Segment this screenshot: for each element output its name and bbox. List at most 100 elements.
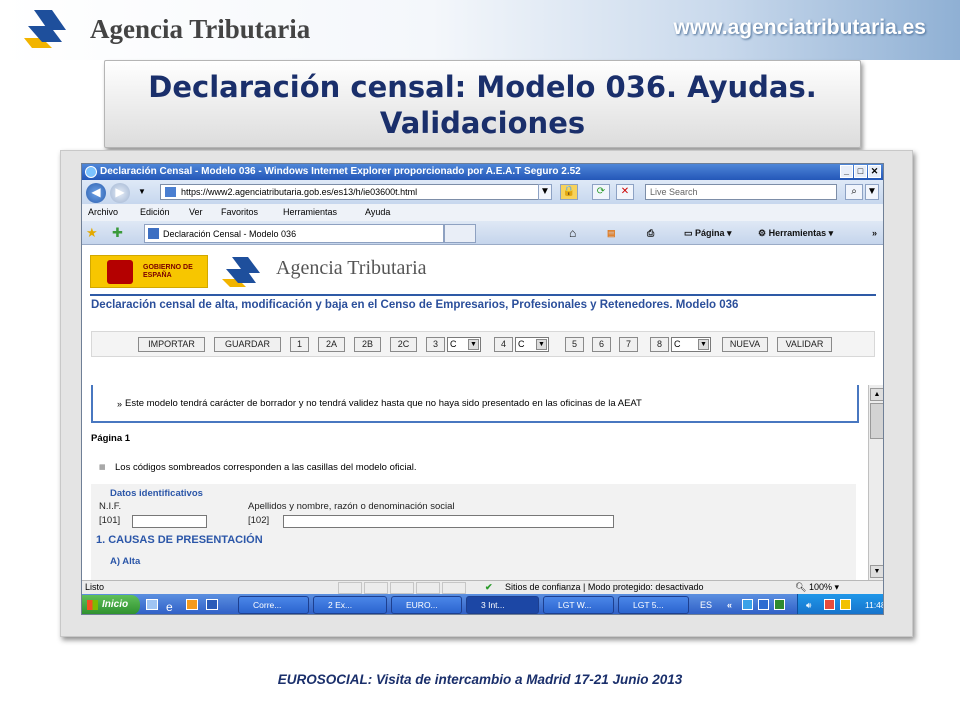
status-cell [442, 582, 466, 594]
page-3-select[interactable]: C ▼ [447, 337, 481, 352]
taskbar-item-lgt-pdf[interactable]: LGT 5... [618, 596, 689, 614]
quicklaunch-word-icon[interactable] [206, 599, 218, 610]
page-7-button[interactable]: 7 [619, 337, 638, 352]
windows-taskbar: Inicio e Corre... 2 Ex... EURO... 3 Int.… [82, 594, 883, 614]
page-menu[interactable]: ▭ Página ▾ [684, 225, 732, 241]
vertical-scrollbar[interactable]: ▲ ▼ [868, 385, 883, 580]
new-tab-button[interactable] [444, 224, 476, 243]
page-2c-button[interactable]: 2C [390, 337, 417, 352]
taskbar-item-internet[interactable]: 3 Int... [466, 596, 539, 614]
info-icon: ▦ [99, 464, 106, 471]
tray-monitor-icon[interactable] [774, 599, 785, 610]
page-1-button[interactable]: 1 [290, 337, 309, 352]
menu-edicion[interactable]: Edición [140, 204, 170, 221]
menu-herramientas[interactable]: Herramientas [283, 204, 337, 221]
search-input[interactable]: Live Search [645, 184, 837, 200]
quicklaunch-desktop-icon[interactable] [146, 599, 158, 610]
slide-header: Agencia Tributaria www.agenciatributaria… [0, 0, 960, 60]
search-options-icon[interactable]: ▼ [865, 184, 879, 200]
address-input[interactable]: https://www2.agenciatributaria.gob.es/es… [160, 184, 552, 200]
scroll-thumb[interactable] [870, 403, 883, 439]
print-icon[interactable]: ⎙ [647, 225, 654, 241]
close-button[interactable]: ✕ [868, 165, 881, 178]
chevron-more-icon[interactable]: » [872, 225, 877, 241]
menu-archivo[interactable]: Archivo [88, 204, 118, 221]
chevron-down-icon: ▼ [536, 339, 547, 350]
maximize-button[interactable]: □ [854, 165, 867, 178]
page-4-select[interactable]: C ▼ [515, 337, 549, 352]
page-3-button[interactable]: 3 [426, 337, 445, 352]
page-8-button[interactable]: 8 [650, 337, 669, 352]
page-number-label: Página 1 [91, 433, 131, 444]
nif-field[interactable] [132, 515, 207, 528]
menu-ayuda[interactable]: Ayuda [365, 204, 390, 221]
page-4-button[interactable]: 4 [494, 337, 513, 352]
draft-notice: » Este modelo tendrá carácter de borrado… [91, 385, 859, 423]
quicklaunch-ie-icon[interactable]: e [166, 598, 173, 614]
address-dropdown-icon[interactable]: ▼ [538, 184, 552, 200]
address-bar-row: ◀ ▶ ▼ https://www2.agenciatributaria.gob… [82, 180, 883, 204]
clock[interactable]: 11:48 [865, 600, 883, 610]
favorites-star-icon[interactable]: ★ [86, 225, 98, 241]
security-zone[interactable]: Sitios de confianza | Modo protegido: de… [505, 581, 703, 594]
zoom-control[interactable]: 🔍︎ 100% ▾ [795, 581, 839, 594]
taskbar-item-correo[interactable]: Corre... [238, 596, 309, 614]
page-8-select[interactable]: C ▼ [671, 337, 711, 352]
page-6-button[interactable]: 6 [592, 337, 611, 352]
agency-logo-icon [222, 257, 260, 287]
page-icon [165, 187, 176, 197]
quicklaunch-media-icon[interactable] [186, 599, 198, 610]
ie-icon [85, 166, 97, 178]
tools-menu[interactable]: ⚙ Herramientas ▾ [758, 225, 833, 241]
menu-ver[interactable]: Ver [189, 204, 203, 221]
guardar-button[interactable]: GUARDAR [214, 337, 281, 352]
window-titlebar: Declaración Censal - Modelo 036 - Window… [82, 164, 883, 180]
language-indicator[interactable]: ES [700, 596, 712, 614]
refresh-icon[interactable]: ⟳ [592, 184, 610, 200]
bullet-icon: » [117, 399, 123, 409]
back-button[interactable]: ◀ [86, 183, 106, 203]
taskbar-item-explorer[interactable]: 2 Ex... [313, 596, 387, 614]
stop-icon[interactable]: ✕ [616, 184, 634, 200]
tray-expand-icon[interactable]: « [727, 596, 732, 614]
lock-icon[interactable]: 🔒 [560, 184, 578, 200]
tab-declaracion[interactable]: Declaración Censal - Modelo 036 [144, 224, 444, 243]
form-scroll-area: » Este modelo tendrá carácter de borrado… [91, 385, 869, 580]
validar-button[interactable]: VALIDAR [777, 337, 832, 352]
name-field[interactable] [283, 515, 614, 528]
history-dropdown-icon[interactable]: ▼ [138, 187, 146, 196]
taskbar-item-lgt-word[interactable]: LGT W... [543, 596, 614, 614]
tab-bar: ★ ✚ Declaración Censal - Modelo 036 ⌂ ▤ … [82, 221, 883, 245]
tray-security-icon[interactable] [840, 599, 851, 610]
alta-subheading: A) Alta [110, 556, 141, 567]
gobierno-espana-logo: GOBIERNO DE ESPAÑA [90, 255, 208, 288]
minimize-button[interactable]: _ [840, 165, 853, 178]
tray-volume-icon[interactable]: 🔊︎ [806, 594, 811, 614]
page-5-button[interactable]: 5 [565, 337, 584, 352]
slide-title-line1: Declaración censal: Modelo 036. Ayudas. [148, 70, 817, 104]
taskbar-item-euro[interactable]: EURO... [391, 596, 462, 614]
zoom-icon: 🔍︎ [795, 582, 807, 592]
browser-window: Declaración Censal - Modelo 036 - Window… [81, 163, 884, 615]
start-button[interactable]: Inicio [82, 595, 140, 614]
menu-bar: Archivo Edición Ver Favoritos Herramient… [82, 204, 883, 221]
tray-app-icon[interactable] [758, 599, 769, 610]
importar-button[interactable]: IMPORTAR [138, 337, 205, 352]
form-heading: Declaración censal de alta, modificación… [91, 299, 739, 311]
nueva-button[interactable]: NUEVA [722, 337, 768, 352]
agency-name: Agencia Tributaria [276, 257, 427, 279]
home-icon[interactable]: ⌂ [569, 225, 576, 241]
windows-logo-icon [87, 600, 98, 610]
feeds-icon[interactable]: ▤ [607, 225, 616, 241]
scroll-down-icon[interactable]: ▼ [870, 565, 883, 578]
page-2b-button[interactable]: 2B [354, 337, 381, 352]
tray-network-icon[interactable] [742, 599, 753, 610]
datos-identificativos-title: Datos identificativos [110, 488, 203, 499]
add-favorite-icon[interactable]: ✚ [112, 225, 123, 241]
forward-button[interactable]: ▶ [110, 183, 130, 203]
menu-favoritos[interactable]: Favoritos [221, 204, 258, 221]
scroll-up-icon[interactable]: ▲ [870, 388, 883, 401]
page-2a-button[interactable]: 2A [318, 337, 345, 352]
search-icon[interactable]: ⌕ [845, 184, 863, 200]
tray-shield-icon[interactable] [824, 599, 835, 610]
